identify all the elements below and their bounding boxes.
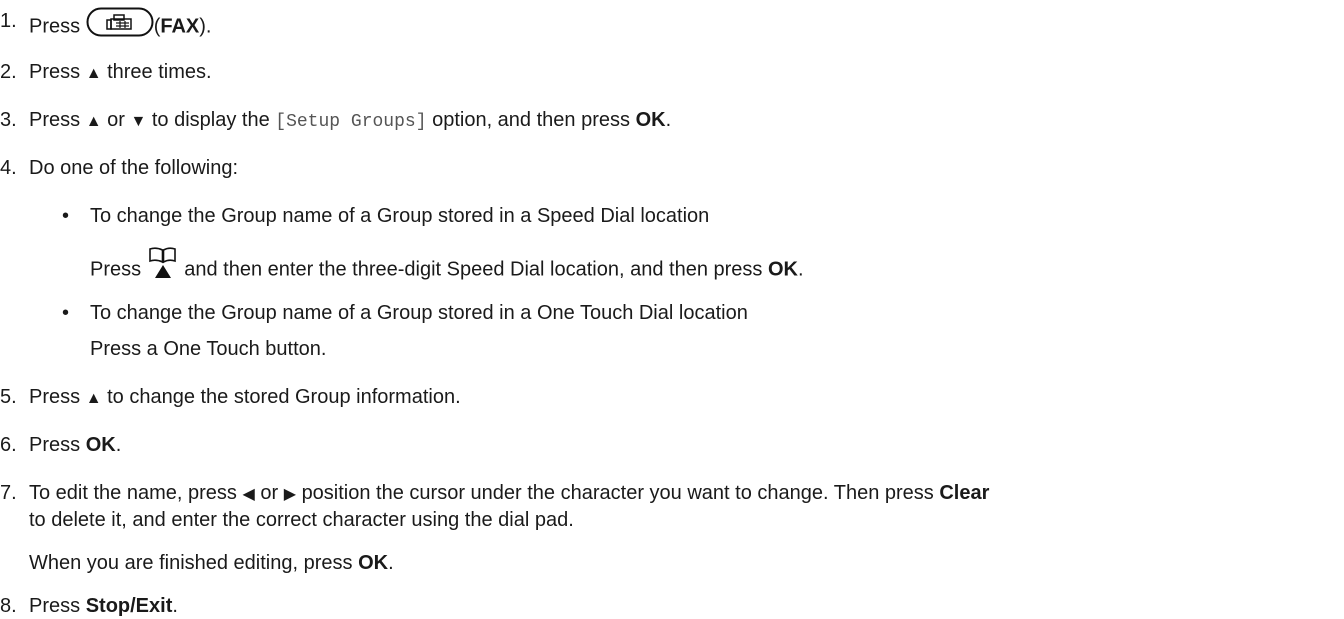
option-heading: To change the Group name of a Group stor… <box>90 302 748 324</box>
left-arrow-icon: ◀ <box>242 486 255 503</box>
step-number: 2. <box>0 61 17 83</box>
right-arrow-icon: ▶ <box>283 486 296 503</box>
step-text: and then enter the three-digit Speed Dia… <box>184 258 763 281</box>
paren: ). <box>199 15 212 38</box>
up-arrow-icon: ▲ <box>85 65 102 82</box>
step-text: or <box>260 482 279 504</box>
step-text: to display the <box>151 109 270 131</box>
step-number: 8. <box>0 595 17 617</box>
step-text: Press <box>29 109 81 131</box>
step-text: Press a One Touch button. <box>90 338 327 360</box>
period: . <box>665 109 672 131</box>
bullet: • <box>62 302 70 324</box>
step-number: 6. <box>0 434 17 456</box>
up-arrow-icon: ▲ <box>85 113 102 130</box>
down-arrow-icon: ▼ <box>130 113 147 130</box>
step-number: 4. <box>0 157 17 179</box>
option-heading: To change the Group name of a Group stor… <box>90 205 710 227</box>
period: . <box>172 595 178 617</box>
ok-key-label: OK <box>85 434 116 456</box>
step-text: to delete it, and enter the correct char… <box>29 509 574 531</box>
step-number: 5. <box>0 386 17 408</box>
address-book-up-key-icon <box>147 246 179 286</box>
step-text: Press <box>29 61 81 83</box>
step-text: to change the stored Group information. <box>107 386 461 408</box>
period: . <box>388 552 394 574</box>
step-number: 7. <box>0 482 17 504</box>
stop-exit-key-label: Stop/Exit <box>85 595 173 617</box>
bullet: • <box>62 205 70 227</box>
step-text: position the cursor under the character … <box>301 482 934 504</box>
fax-label: FAX <box>160 15 200 38</box>
step-text: Press <box>90 258 142 281</box>
step-text: or <box>107 109 125 131</box>
ok-key-label: OK <box>767 258 798 281</box>
step-text: Press <box>29 595 81 617</box>
step-text: Do one of the following: <box>29 157 239 179</box>
up-arrow-icon: ▲ <box>85 390 102 407</box>
step-text: Press <box>29 15 81 38</box>
step-number: 3. <box>0 109 17 131</box>
step-text: option, and then press <box>432 109 630 131</box>
menu-option: [Setup Groups] <box>275 112 427 132</box>
step-text: Press <box>29 386 81 408</box>
step-text: To edit the name, press <box>29 482 237 504</box>
ok-key-label: OK <box>358 552 389 574</box>
step-number: 1. <box>0 10 17 32</box>
clear-key-label: Clear <box>939 482 990 504</box>
ok-key-label: OK <box>635 109 666 131</box>
fax-key-icon <box>86 7 154 43</box>
step-text: Press <box>29 434 81 456</box>
period: . <box>797 258 804 281</box>
step-text: When you are finished editing, press <box>29 552 353 574</box>
step-text: three times. <box>107 61 212 83</box>
period: . <box>115 434 122 456</box>
